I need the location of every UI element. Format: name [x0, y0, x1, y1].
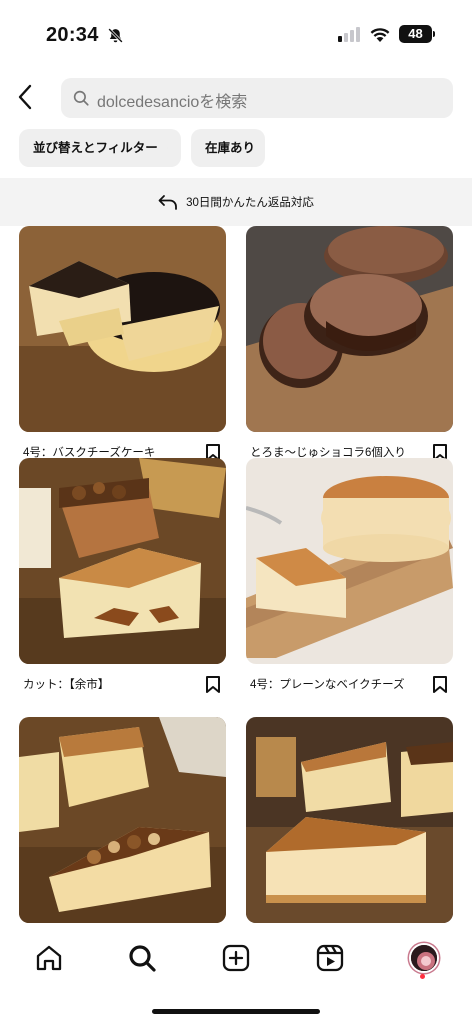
product-image[interactable] — [246, 226, 453, 432]
chevron-left-icon — [18, 84, 32, 110]
product-card[interactable]: 4号：プレーンなベイクチーズ — [246, 458, 453, 695]
notification-dot — [420, 974, 425, 979]
home-icon[interactable] — [29, 938, 69, 978]
bottom-navigation — [0, 924, 472, 1024]
product-card[interactable] — [19, 717, 226, 923]
bell-off-icon — [107, 27, 124, 49]
bookmark-icon[interactable] — [204, 674, 222, 694]
product-image[interactable] — [19, 226, 226, 432]
avatar — [409, 943, 439, 973]
product-image[interactable] — [19, 458, 226, 664]
product-title[interactable]: カット：【余市】 — [23, 676, 109, 692]
sort-filter-button[interactable]: 並び替えとフィルター — [19, 129, 181, 167]
search-placeholder: dolcedesancioを検索 — [97, 94, 248, 111]
return-policy-text: 30日間かんたん返品対応 — [186, 197, 314, 209]
cellular-signal-icon — [338, 27, 360, 42]
product-image[interactable] — [246, 458, 453, 664]
wifi-icon — [369, 26, 391, 48]
product-grid: 4号：バスクチーズケーキ とろま〜じゅショコラ6個入り カット：【余市】 4号：… — [0, 226, 472, 924]
profile-avatar[interactable] — [404, 938, 444, 978]
search-icon[interactable] — [122, 938, 162, 978]
bookmark-icon[interactable] — [431, 674, 449, 694]
return-policy-banner: 30日間かんたん返品対応 — [0, 178, 472, 226]
in-stock-filter-chip[interactable]: 在庫あり — [191, 129, 265, 167]
product-image[interactable] — [19, 717, 226, 923]
reels-icon[interactable] — [310, 938, 350, 978]
in-stock-label: 在庫あり — [205, 141, 256, 155]
product-card[interactable]: カット：【余市】 — [19, 458, 226, 695]
product-card[interactable]: 4号：バスクチーズケーキ — [19, 226, 226, 463]
status-time: 20:34 — [46, 24, 99, 46]
search-icon — [73, 90, 89, 106]
product-title[interactable]: 4号：プレーンなベイクチーズ — [250, 676, 405, 692]
product-image[interactable] — [246, 717, 453, 923]
home-indicator — [152, 1009, 320, 1014]
status-bar: 20:34 48 — [0, 0, 472, 70]
product-card[interactable] — [246, 717, 453, 923]
battery-cap — [433, 31, 435, 37]
search-input[interactable]: dolcedesancioを検索 — [61, 78, 453, 118]
product-card[interactable]: とろま〜じゅショコラ6個入り — [246, 226, 453, 463]
return-arrow-icon — [158, 195, 177, 210]
back-button[interactable] — [10, 80, 40, 114]
battery-icon: 48 — [399, 25, 432, 43]
create-icon[interactable] — [216, 938, 256, 978]
sort-filter-label: 並び替えとフィルター — [33, 141, 158, 155]
